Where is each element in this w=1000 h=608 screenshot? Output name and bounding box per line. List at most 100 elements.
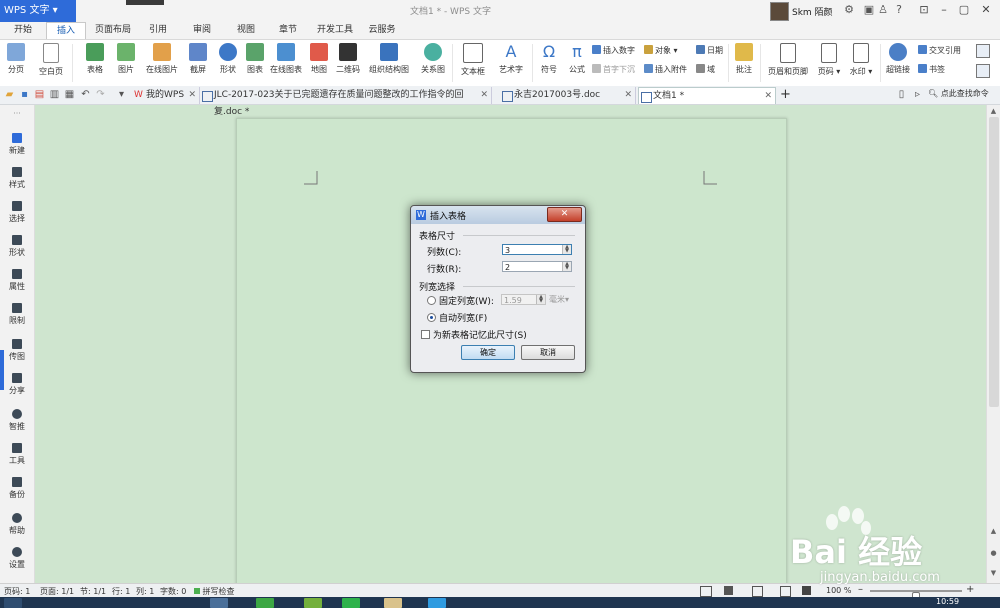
tab-insert[interactable]: 插入 [46, 22, 86, 39]
tab-start[interactable]: 开始 [4, 22, 42, 39]
dialog-close-button[interactable]: ✕ [547, 207, 582, 222]
close-tab-icon[interactable]: ✕ [764, 88, 772, 105]
shapes-button[interactable]: 形状 [214, 43, 242, 75]
watermark-button[interactable]: 水印 ▾ [846, 43, 876, 77]
cancel-button[interactable]: 取消 [521, 345, 575, 360]
open-icon[interactable]: ▰ [4, 89, 15, 100]
tab-references[interactable]: 引用 [142, 22, 174, 39]
object-button[interactable]: 对象 ▾ [644, 45, 678, 57]
tab-review[interactable]: 审阅 [186, 22, 218, 39]
remember-size-checkbox[interactable] [421, 330, 430, 339]
sidebar-handle[interactable]: ··· [0, 109, 34, 118]
online-chart-button[interactable]: 在线图表 [268, 43, 304, 75]
outline-view-icon[interactable] [752, 586, 763, 597]
command-search[interactable]: 🔍︎ 点此查找命令 [928, 88, 989, 99]
bookmark-button[interactable]: 书签 [918, 64, 945, 76]
undo-icon[interactable]: ↶ [80, 89, 91, 100]
columns-input[interactable]: 3 ▲ ▼ [502, 244, 572, 255]
help-icon[interactable]: ? [892, 3, 906, 17]
print-icon[interactable]: ▥ [49, 89, 60, 100]
header-footer-button[interactable]: 页眉和页脚 [764, 43, 812, 77]
avatar[interactable] [770, 2, 789, 21]
ribbon-more-icon[interactable] [976, 44, 990, 58]
wordart-button[interactable]: A 艺术字 [494, 43, 528, 75]
view-mode-icon[interactable] [700, 586, 712, 597]
insert-attachment-button[interactable]: 插入附件 [644, 64, 687, 76]
new-tab-icon[interactable]: + [780, 88, 791, 101]
blank-page-button[interactable]: 空白页 [36, 43, 66, 77]
page-view-icon[interactable] [724, 586, 733, 595]
spell-check-button[interactable]: 拼写检查 [194, 586, 235, 597]
close-tab-icon[interactable]: ✕ [188, 87, 196, 104]
sidebar-item-help[interactable]: 帮助 [0, 513, 34, 536]
date-button[interactable]: 日期 [696, 45, 723, 57]
textbox-button[interactable]: 文本框 [456, 43, 490, 77]
taskbar-app-icon[interactable] [210, 598, 228, 608]
select-browse-icon[interactable]: ● [988, 549, 999, 559]
sidebar-item-style[interactable]: 样式 [0, 167, 34, 190]
settings-icon[interactable]: ⚙ [842, 3, 856, 17]
cross-ref-button[interactable]: 交叉引用 [918, 45, 961, 57]
sidebar-item-upload-image[interactable]: 传图 [0, 339, 34, 362]
skin-icon[interactable]: ▣ [862, 3, 876, 17]
doc-list-icon[interactable]: ▯ [896, 89, 907, 100]
columns-spinner[interactable]: ▲ ▼ [562, 245, 571, 254]
page-number-button[interactable]: 页码 ▾ [814, 43, 844, 77]
doc-tab-yongji[interactable]: 永吉2017003号.doc ✕ [500, 87, 636, 104]
org-chart-button[interactable]: 组织结构图 [366, 43, 412, 75]
close-tab-icon[interactable]: ✕ [480, 87, 488, 104]
sidebar-item-settings[interactable]: 设置 [0, 547, 34, 570]
hyperlink-button[interactable]: 超链接 [884, 43, 912, 75]
taskbar-app-icon[interactable] [256, 598, 274, 608]
screenshot-button[interactable]: 截屏 [184, 43, 212, 75]
chart-button[interactable]: 图表 [244, 43, 266, 75]
table-button[interactable]: 表格 [80, 43, 110, 75]
prev-page-icon[interactable]: ▲ [988, 527, 999, 537]
next-page-icon[interactable]: ▼ [988, 569, 999, 579]
sidebar-item-smart[interactable]: 智推 [0, 409, 34, 432]
taskbar-app-icon[interactable] [304, 598, 322, 608]
close-tab-icon[interactable]: ✕ [624, 87, 632, 104]
insert-number-button[interactable]: 插入数字 [592, 45, 635, 57]
doc-tab-doc1[interactable]: 文档1 * ✕ [638, 87, 776, 104]
ok-button[interactable]: 确定 [461, 345, 515, 360]
minimize-icon[interactable]: – [934, 2, 954, 18]
sidebar-item-share[interactable]: 分享 [0, 373, 34, 396]
online-picture-button[interactable]: 在线图片 [144, 43, 180, 75]
sidebar-item-properties[interactable]: 属性 [0, 269, 34, 292]
user-name[interactable]: Skm 陌颜 [792, 5, 833, 18]
zoom-slider[interactable] [870, 590, 962, 604]
fixed-width-input[interactable]: 1.59 ▲ ▼ [501, 294, 546, 305]
auto-width-radio[interactable] [427, 313, 436, 322]
drop-cap-button[interactable]: 首字下沉 [592, 64, 635, 76]
redo-icon[interactable]: ↷ [95, 89, 106, 100]
preview-icon[interactable]: ▦ [64, 89, 75, 100]
doc-tab-my-wps[interactable]: W 我的WPS ✕ [132, 87, 200, 104]
rows-input[interactable]: 2 ▲ ▼ [502, 261, 572, 272]
save-icon[interactable]: ▪ [19, 89, 30, 100]
restore-icon[interactable]: ⊡ [914, 2, 934, 18]
tab-cloud[interactable]: 云服务 [364, 22, 400, 39]
sidebar-item-tools[interactable]: 工具 [0, 443, 34, 466]
fixed-width-unit[interactable]: 毫米▾ [549, 294, 569, 305]
taskbar-app-icon[interactable] [384, 598, 402, 608]
tab-view[interactable]: 视图 [230, 22, 262, 39]
tab-chapter[interactable]: 章节 [272, 22, 304, 39]
fixed-width-spinner[interactable]: ▲ ▼ [536, 295, 545, 304]
relation-chart-button[interactable]: 关系图 [418, 43, 448, 75]
fixed-width-radio[interactable] [427, 296, 436, 305]
formula-button[interactable]: π 公式 [566, 43, 588, 75]
sidebar-collapse-handle[interactable] [0, 350, 4, 390]
sidebar-item-select[interactable]: 选择 [0, 201, 34, 224]
doc-tab-jlc[interactable]: JLC-2017-023关于已完题遗存在质量问题整改的工作指令的回复.doc *… [200, 87, 492, 117]
shirt-icon[interactable]: ♙ [876, 3, 890, 17]
vertical-scrollbar[interactable]: ▲ ▲ ● ▼ [986, 105, 1000, 583]
sidebar-item-restrict[interactable]: 限制 [0, 303, 34, 326]
taskbar-app-icon[interactable] [342, 598, 360, 608]
scroll-up-icon[interactable]: ▲ [988, 107, 999, 117]
maximize-icon[interactable]: ▢ [954, 2, 974, 18]
sidebar-item-backup[interactable]: 备份 [0, 477, 34, 500]
page-break-button[interactable]: 分页 [4, 43, 28, 75]
arrange-icon[interactable]: ▹ [912, 89, 923, 100]
field-button[interactable]: 域 [696, 64, 715, 76]
